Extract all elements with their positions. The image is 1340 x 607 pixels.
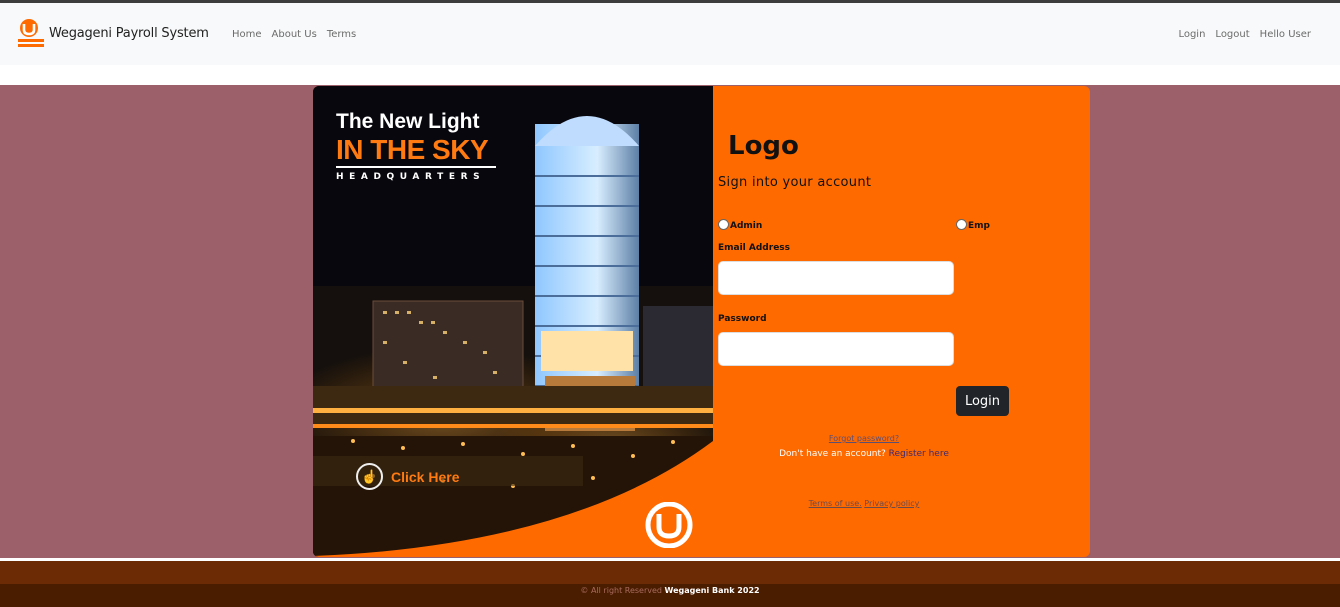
- brand-name[interactable]: Wegageni Payroll System: [49, 26, 209, 41]
- footer-bank-name: Wegageni Bank 2022: [664, 586, 760, 595]
- click-here-button[interactable]: ☝ Click Here: [356, 463, 459, 490]
- footer-top-band: [0, 561, 1340, 584]
- register-link[interactable]: Register here: [889, 449, 949, 459]
- promo-headline-2: IN THE SKY: [336, 134, 489, 165]
- nav-logout-link[interactable]: Logout: [1215, 29, 1249, 40]
- bank-logo-icon: [645, 502, 693, 548]
- radio-emp[interactable]: Emp: [956, 217, 990, 231]
- nav-terms-link[interactable]: Terms: [327, 29, 356, 40]
- terms-of-use-link[interactable]: Terms of use.: [809, 499, 862, 508]
- login-card: The New Light IN THE SKY HEADQUARTERS ☝ …: [313, 86, 1090, 557]
- password-field[interactable]: [718, 332, 954, 366]
- register-line: Don't have an account? Register here: [713, 449, 1015, 459]
- no-account-text: Don't have an account?: [779, 449, 886, 459]
- nav-home-link[interactable]: Home: [232, 29, 262, 40]
- promo-headline-1: The New Light: [336, 110, 480, 133]
- nav-left: Home About Us Terms: [232, 29, 356, 40]
- brand-logo-icon[interactable]: [16, 17, 46, 51]
- radio-admin-circle[interactable]: [718, 218, 729, 230]
- nav-right: Login Logout Hello User: [1178, 29, 1311, 40]
- login-button[interactable]: Login: [956, 386, 1009, 416]
- promo-headline-3: HEADQUARTERS: [336, 172, 486, 182]
- nav-login-link[interactable]: Login: [1178, 29, 1205, 40]
- promo-divider: [336, 166, 496, 168]
- radio-emp-circle[interactable]: [956, 218, 967, 230]
- email-field[interactable]: [718, 261, 954, 295]
- pointer-hand-icon: ☝: [356, 463, 383, 490]
- footer-copyright: © All right Reserved: [580, 586, 662, 595]
- promo-banner[interactable]: The New Light IN THE SKY HEADQUARTERS ☝ …: [313, 86, 713, 557]
- form-logo: Logo: [728, 131, 799, 161]
- radio-admin-label: Admin: [730, 221, 763, 231]
- email-label: Email Address: [718, 243, 791, 253]
- navbar: Wegageni Payroll System Home About Us Te…: [0, 3, 1340, 65]
- login-form: Logo Sign into your account Admin Emp Em…: [713, 86, 1090, 557]
- forgot-password-link[interactable]: Forgot password?: [713, 434, 1015, 443]
- nav-user-link[interactable]: Hello User: [1260, 29, 1311, 40]
- nav-about-link[interactable]: About Us: [272, 29, 317, 40]
- form-subtitle: Sign into your account: [718, 175, 872, 190]
- legal-links: Terms of use. Privacy policy: [713, 499, 1015, 508]
- privacy-policy-link[interactable]: Privacy policy: [864, 499, 919, 508]
- click-here-label: Click Here: [391, 468, 460, 485]
- radio-emp-label: Emp: [968, 221, 990, 231]
- footer-text: © All right Reserved Wegageni Bank 2022: [0, 585, 1340, 597]
- password-label: Password: [718, 314, 767, 324]
- radio-admin[interactable]: Admin: [718, 217, 762, 231]
